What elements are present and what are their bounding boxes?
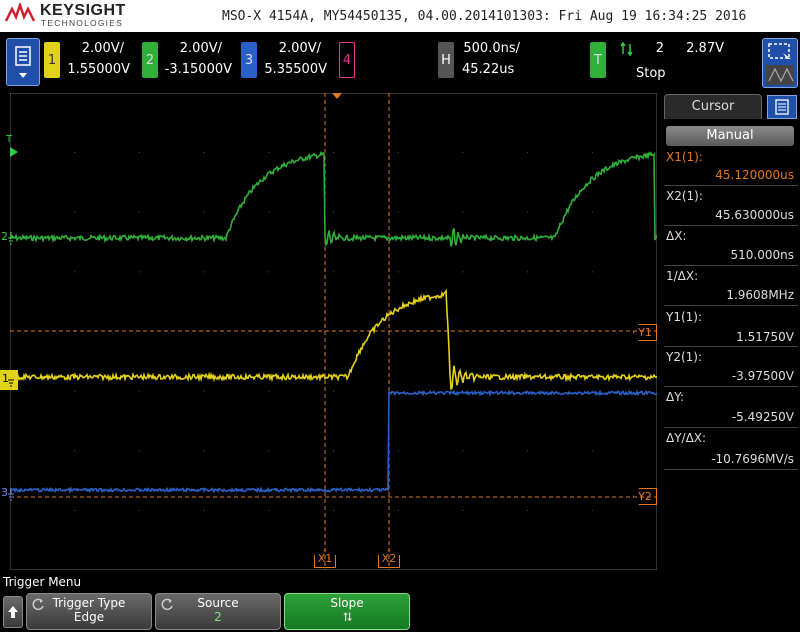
- delay-value: 45.22us: [462, 62, 515, 77]
- x1-label: X1(1):: [666, 150, 703, 164]
- divider: [664, 185, 798, 186]
- zoom-select-icon: [766, 43, 794, 85]
- trigger-level-marker: T: [6, 134, 13, 145]
- channel-1-offset: 1.55000V: [67, 62, 130, 77]
- trigger-level: 2.87V: [686, 41, 724, 56]
- menu-icon: [15, 46, 31, 78]
- acquisition-status: Stop: [636, 66, 666, 81]
- softkey-trigger-type[interactable]: Trigger Type Edge: [26, 593, 152, 630]
- channel-4-button[interactable]: 4: [339, 42, 355, 78]
- x1-value[interactable]: 45.120000us: [715, 168, 794, 182]
- x2-label: X2(1):: [666, 189, 703, 203]
- channel-1-ground-marker[interactable]: 1: [0, 370, 18, 390]
- softkey-label: Trigger Type: [52, 596, 126, 610]
- panel-menu-button[interactable]: [767, 95, 797, 119]
- channel-1-scale: 2.00V/: [81, 41, 124, 56]
- softkey-value: 2: [214, 610, 222, 624]
- channel-3-scale: 2.00V/: [278, 41, 321, 56]
- trigger-slope-icon: [620, 42, 633, 56]
- softkey-value: Edge: [73, 610, 105, 624]
- arrow-up-icon: [8, 606, 18, 618]
- ground-icon: [8, 488, 14, 501]
- divider: [664, 346, 798, 347]
- softkey-value: ⮁: [342, 610, 352, 624]
- y2-value[interactable]: -3.97500V: [732, 369, 794, 383]
- y2-label: Y2(1):: [666, 350, 703, 364]
- softkey-label: Source: [197, 596, 239, 610]
- inverse-delta-x-label: 1/ΔX:: [666, 269, 699, 283]
- inverse-delta-x-value: 1.9608MHz: [726, 288, 794, 302]
- horizontal-button[interactable]: H: [438, 42, 454, 78]
- divider: [664, 305, 798, 306]
- trigger-button[interactable]: T: [590, 42, 606, 78]
- main-menu-button[interactable]: [6, 38, 40, 86]
- channel-3-button[interactable]: 3: [241, 42, 257, 78]
- rotate-icon: [32, 598, 44, 611]
- channel-3-ground-marker[interactable]: 3: [0, 484, 18, 504]
- channel-1-button[interactable]: 1: [44, 42, 60, 78]
- divider: [664, 225, 798, 226]
- divider: [664, 386, 798, 387]
- delta-x-value: 510.000ns: [730, 248, 794, 262]
- y1-value[interactable]: 1.51750V: [736, 330, 794, 344]
- trigger-level-arrow-icon: [10, 147, 18, 157]
- channel-2-button[interactable]: 2: [142, 42, 158, 78]
- keysight-logo-icon: [4, 3, 36, 22]
- channel-2-scale: 2.00V/: [179, 41, 222, 56]
- delta-y-value: -5.49250V: [731, 410, 794, 424]
- timebase-value: 500.0ns/: [463, 41, 520, 56]
- menu-back-button[interactable]: [3, 596, 23, 628]
- channel-3-offset: 5.35500V: [264, 62, 327, 77]
- divider: [664, 265, 798, 266]
- delta-y-over-delta-x-value: -10.7696MV/s: [711, 452, 794, 466]
- list-icon: [775, 99, 789, 115]
- channel-2-offset: -3.15000V: [164, 62, 232, 77]
- divider: [664, 427, 798, 428]
- delta-y-label: ΔY:: [666, 390, 684, 404]
- delta-y-over-delta-x-label: ΔY/ΔX:: [666, 431, 707, 445]
- delta-x-label: ΔX:: [666, 229, 687, 243]
- softkey-menu-title: Trigger Menu: [3, 575, 82, 589]
- channel-2-ground-marker[interactable]: 2: [0, 228, 20, 248]
- trigger-source: 2: [655, 41, 664, 56]
- touch-zoom-button[interactable]: [762, 38, 798, 88]
- cursor-mode-button[interactable]: Manual: [666, 126, 794, 146]
- brand-subtitle: TECHNOLOGIES: [41, 18, 123, 28]
- rotate-icon: [161, 598, 173, 611]
- y1-label: Y1(1):: [666, 310, 703, 324]
- instrument-info: MSO-X 4154A, MY54450135, 04.00.201410130…: [222, 9, 747, 24]
- ground-icon: [8, 379, 14, 387]
- divider: [664, 469, 798, 470]
- cursor-panel-title: Cursor: [664, 94, 762, 119]
- softkey-label: Slope: [330, 596, 364, 610]
- softkey-slope[interactable]: Slope ⮁: [284, 593, 410, 630]
- ground-icon: [8, 232, 14, 245]
- waveform-display[interactable]: [10, 93, 657, 570]
- x2-value[interactable]: 45.630000us: [715, 208, 794, 222]
- softkey-source[interactable]: Source 2: [155, 593, 281, 630]
